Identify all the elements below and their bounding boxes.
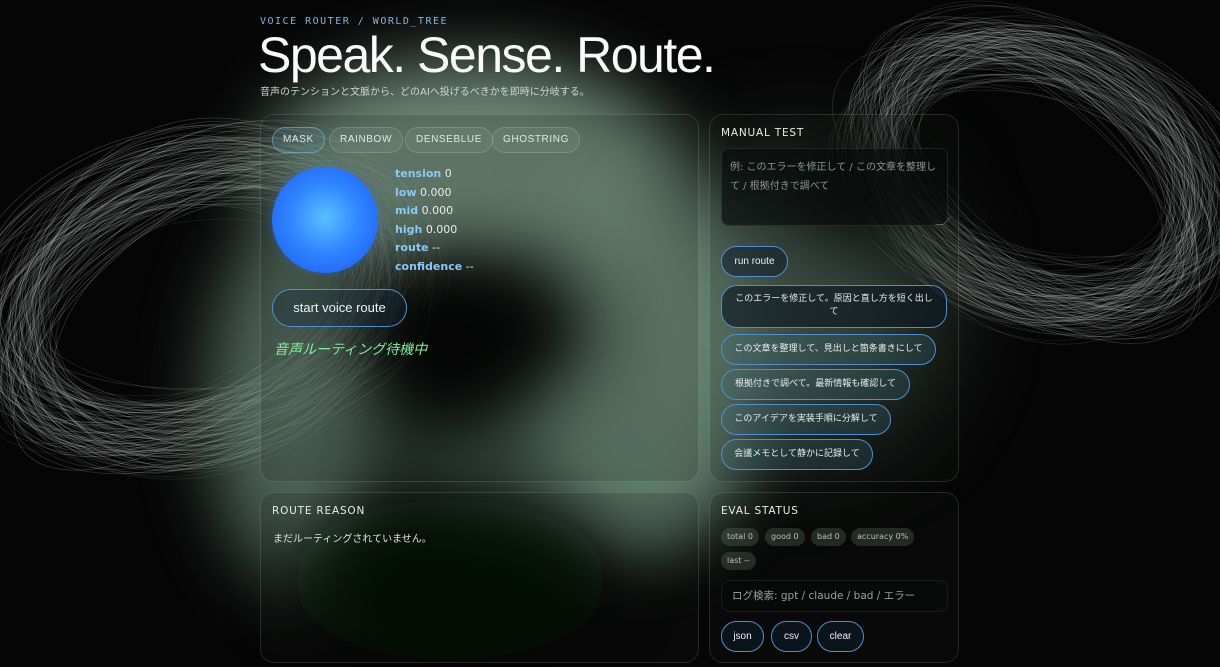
preset-organize-text-button[interactable]: この文章を整理して、見出しと箇条書きにして xyxy=(721,334,936,365)
mode-denseblue-button[interactable]: DENSEBLUE xyxy=(405,127,493,153)
page-title: Speak. Sense. Route. xyxy=(258,27,716,83)
preset-research-button[interactable]: 根拠付きで調べて。最新情報も確認して xyxy=(721,369,910,400)
metric-value: -- xyxy=(465,259,474,273)
metric-value: 0.000 xyxy=(425,222,458,236)
metrics-list: tension 0 low 0.000 mid 0.000 high 0.000… xyxy=(395,165,474,277)
route-reason-panel: ROUTE REASON まだルーティングされていません。 xyxy=(260,492,699,663)
voice-status-text: 音声ルーティング待機中 xyxy=(274,342,428,358)
metric-label: low xyxy=(395,185,417,199)
metric-low: low 0.000 xyxy=(395,184,474,203)
metric-label: high xyxy=(395,222,423,236)
start-voice-route-button[interactable]: start voice route xyxy=(272,289,407,327)
metric-value: 0.000 xyxy=(421,204,454,218)
voice-route-panel: MASK RAINBOW DENSEBLUE GHOSTRING tension… xyxy=(260,114,699,482)
metric-label: confidence xyxy=(395,259,463,273)
eval-last-badge: last -- xyxy=(721,552,756,570)
mode-ghostring-button[interactable]: GHOSTRING xyxy=(492,127,580,153)
metric-value: -- xyxy=(432,241,440,255)
page-subtitle: 音声のテンションと文脈から、どのAIへ投げるべきかを即時に分岐する。 xyxy=(260,87,590,98)
metric-label: route xyxy=(395,241,429,255)
eval-total-badge: total 0 xyxy=(721,528,759,546)
eval-status-panel: EVAL STATUS total 0 good 0 bad 0 accurac… xyxy=(709,492,959,663)
eval-bad-badge: bad 0 xyxy=(811,528,846,546)
mode-rainbow-button[interactable]: RAINBOW xyxy=(329,127,403,153)
metric-value: 0.000 xyxy=(420,185,452,199)
eval-accuracy-badge: accuracy 0% xyxy=(851,528,915,546)
metric-label: mid xyxy=(395,204,419,218)
metric-tension: tension 0 xyxy=(395,165,474,184)
preset-meeting-notes-button[interactable]: 会議メモとして静かに記録して xyxy=(721,439,873,470)
metric-value: 0 xyxy=(444,167,452,180)
metric-route: route -- xyxy=(395,239,474,258)
preset-breakdown-button[interactable]: このアイデアを実装手順に分解して xyxy=(721,404,891,435)
route-reason-title: ROUTE REASON xyxy=(272,505,366,517)
metric-label: tension xyxy=(395,167,442,180)
metric-high: high 0.000 xyxy=(395,221,474,240)
clear-log-button[interactable]: clear xyxy=(817,621,864,652)
export-json-button[interactable]: json xyxy=(721,621,764,652)
metric-mid: mid 0.000 xyxy=(395,202,474,221)
voice-orb xyxy=(272,167,378,273)
metric-confidence: confidence -- xyxy=(395,258,474,277)
mode-mask-button[interactable]: MASK xyxy=(272,127,325,153)
manual-test-panel: MANUAL TEST run route このエラーを修正して。原因と直し方を… xyxy=(709,114,959,482)
log-search-input[interactable] xyxy=(721,580,948,612)
eval-status-title: EVAL STATUS xyxy=(721,505,799,517)
preset-fix-error-button[interactable]: このエラーを修正して。原因と直し方を短く出して xyxy=(721,285,947,328)
manual-test-input[interactable] xyxy=(721,148,948,226)
manual-test-title: MANUAL TEST xyxy=(721,127,805,139)
run-route-button[interactable]: run route xyxy=(721,246,788,277)
export-csv-button[interactable]: csv xyxy=(771,621,812,652)
route-reason-text: まだルーティングされていません。 xyxy=(273,534,432,545)
eval-good-badge: good 0 xyxy=(765,528,805,546)
